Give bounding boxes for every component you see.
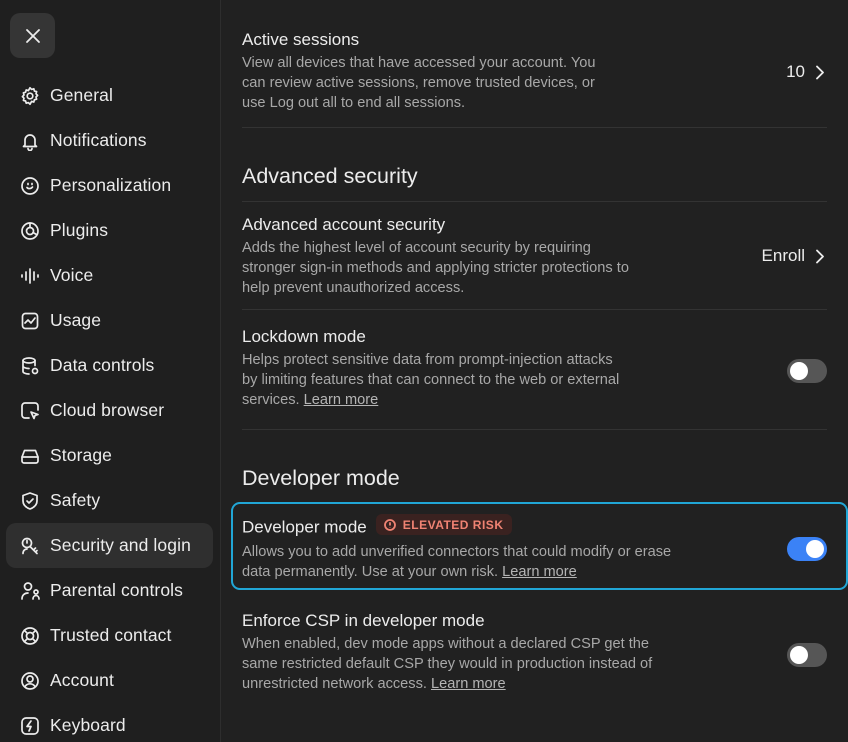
- sidebar-item-general[interactable]: General: [6, 73, 213, 118]
- enroll-button[interactable]: Enroll: [762, 246, 824, 266]
- sidebar-item-label: Data controls: [50, 355, 155, 375]
- enforce-csp-title: Enforce CSP in developer mode: [242, 611, 485, 630]
- advanced-account-security-description: Adds the highest level of account securi…: [242, 240, 629, 296]
- sidebar-item-label: Security and login: [50, 535, 191, 555]
- close-button[interactable]: [10, 13, 55, 58]
- lockdown-mode-title: Lockdown mode: [242, 327, 366, 346]
- sidebar-item-trusted-contact[interactable]: Trusted contact: [6, 613, 213, 658]
- sidebar-item-personalization[interactable]: Personalization: [6, 163, 213, 208]
- advanced-security-heading: Advanced security: [242, 164, 418, 188]
- bell-icon: [19, 130, 41, 152]
- sidebar-item-cloud-browser[interactable]: Cloud browser: [6, 388, 213, 433]
- cloud-browser-icon: [19, 400, 41, 422]
- lockdown-desc-text: Helps protect sensitive data from prompt…: [242, 352, 620, 408]
- sidebar-item-label: Trusted contact: [50, 625, 172, 645]
- toggle-knob: [790, 646, 808, 664]
- lockdown-learn-more-link[interactable]: Learn more: [304, 392, 379, 408]
- divider: [242, 201, 827, 202]
- security-key-icon: [19, 535, 41, 557]
- active-sessions-count-button[interactable]: 10: [786, 62, 824, 82]
- sidebar-item-label: Notifications: [50, 130, 147, 150]
- sidebar-item-safety[interactable]: Safety: [6, 478, 213, 523]
- divider: [242, 429, 827, 430]
- database-icon: [19, 355, 41, 377]
- account-icon: [19, 670, 41, 692]
- parental-controls-icon: [19, 580, 41, 602]
- gear-icon: [19, 85, 41, 107]
- divider: [242, 127, 827, 128]
- sidebar-item-label: Personalization: [50, 175, 172, 195]
- enforce-csp-row: Enforce CSP in developer mode When enabl…: [242, 611, 827, 694]
- developer-mode-heading: Developer mode: [242, 466, 400, 490]
- sidebar-item-parental-controls[interactable]: Parental controls: [6, 568, 213, 613]
- lockdown-mode-toggle[interactable]: [787, 359, 827, 383]
- usage-chart-icon: [19, 310, 41, 332]
- toggle-knob: [790, 362, 808, 380]
- active-sessions-description: View all devices that have accessed your…: [242, 55, 596, 111]
- active-sessions-title: Active sessions: [242, 30, 360, 49]
- lifebuoy-icon: [19, 625, 41, 647]
- sidebar-item-account[interactable]: Account: [6, 658, 213, 703]
- plugins-icon: [19, 220, 41, 242]
- enforce-csp-toggle[interactable]: [787, 643, 827, 667]
- active-sessions-row[interactable]: Active sessions View all devices that ha…: [242, 30, 827, 113]
- advanced-account-security-title: Advanced account security: [242, 215, 446, 234]
- sidebar-item-label: Cloud browser: [50, 400, 165, 420]
- sidebar-item-data-controls[interactable]: Data controls: [6, 343, 213, 388]
- active-sessions-count: 10: [786, 62, 805, 81]
- voice-waveform-icon: [19, 265, 41, 287]
- sidebar-item-notifications[interactable]: Notifications: [6, 118, 213, 163]
- enforce-csp-description: When enabled, dev mode apps without a de…: [242, 634, 662, 694]
- sidebar-item-label: General: [50, 85, 113, 105]
- enforce-csp-learn-more-link[interactable]: Learn more: [431, 676, 506, 692]
- sidebar-item-usage[interactable]: Usage: [6, 298, 213, 343]
- enroll-label: Enroll: [761, 246, 805, 265]
- personalization-icon: [19, 175, 41, 197]
- sidebar-item-label: Plugins: [50, 220, 109, 240]
- sidebar-item-label: Voice: [50, 265, 94, 285]
- chevron-right-icon: [816, 65, 824, 79]
- chevron-right-icon: [816, 249, 824, 263]
- sidebar-item-label: Account: [50, 670, 114, 690]
- sidebar-item-label: Parental controls: [50, 580, 184, 600]
- sidebar-item-plugins[interactable]: Plugins: [6, 208, 213, 253]
- security-settings-panel: Active sessions View all devices that ha…: [242, 0, 828, 742]
- sidebar-item-label: Safety: [50, 490, 101, 510]
- sidebar-item-keyboard[interactable]: Keyboard: [6, 703, 213, 742]
- lockdown-mode-description: Helps protect sensitive data from prompt…: [242, 350, 622, 410]
- developer-mode-highlight-frame: [231, 502, 848, 590]
- sidebar-item-security-and-login[interactable]: Security and login: [6, 523, 213, 568]
- advanced-account-security-row: Advanced account security Adds the highe…: [242, 215, 827, 298]
- settings-sidebar: General Notifications Personalization Pl…: [0, 0, 221, 742]
- keyboard-bolt-icon: [19, 715, 41, 737]
- close-icon: [25, 28, 40, 43]
- lockdown-mode-row: Lockdown mode Helps protect sensitive da…: [242, 327, 827, 410]
- shield-check-icon: [19, 490, 41, 512]
- sidebar-item-label: Keyboard: [50, 715, 126, 735]
- sidebar-item-storage[interactable]: Storage: [6, 433, 213, 478]
- sidebar-item-voice[interactable]: Voice: [6, 253, 213, 298]
- sidebar-item-label: Usage: [50, 310, 102, 330]
- storage-drive-icon: [19, 445, 41, 467]
- sidebar-item-label: Storage: [50, 445, 112, 465]
- settings-nav: General Notifications Personalization Pl…: [0, 73, 221, 742]
- divider: [242, 309, 827, 310]
